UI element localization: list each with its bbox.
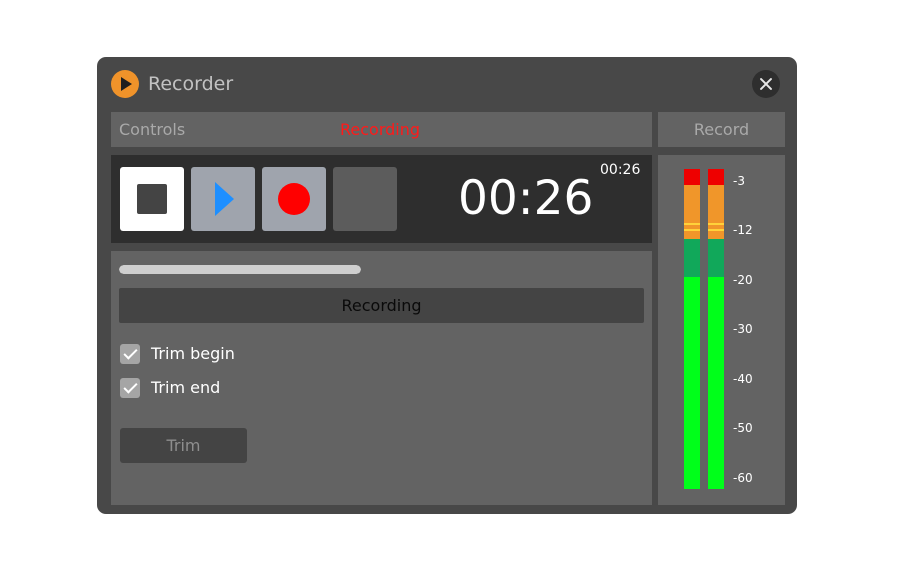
stop-button[interactable] — [120, 167, 184, 231]
title-bar: Recorder — [97, 57, 797, 109]
trim-begin-label: Trim begin — [151, 344, 235, 363]
meter-scale-label: -12 — [733, 223, 753, 237]
meter-scale-label: -20 — [733, 273, 753, 287]
transport-panel: 00:26 00:26 — [111, 155, 652, 243]
record-button[interactable] — [262, 167, 326, 231]
progress-bar — [119, 265, 361, 274]
tab-controls[interactable]: Controls Recording — [111, 112, 652, 147]
level-meter-right — [708, 169, 724, 489]
meter-scale-label: -30 — [733, 322, 753, 336]
close-icon[interactable] — [752, 70, 780, 98]
meter-peak-marker — [708, 229, 724, 231]
elapsed-time-display: 00:26 — [458, 171, 594, 226]
record-icon — [278, 183, 310, 215]
meter-peak-marker — [708, 223, 724, 225]
blank-button[interactable] — [333, 167, 397, 231]
window-title: Recorder — [148, 73, 234, 95]
play-button[interactable] — [191, 167, 255, 231]
level-meter-left — [684, 169, 700, 489]
recording-status-label: Recording — [340, 120, 421, 139]
recording-options-panel: Recording Trim begin Trim end Trim — [111, 251, 652, 505]
meter-scale-label: -50 — [733, 421, 753, 435]
trim-begin-checkbox[interactable] — [120, 344, 140, 364]
tab-controls-label: Controls — [119, 120, 186, 139]
trim-button[interactable]: Trim — [120, 428, 247, 463]
progress-bar-fill — [119, 265, 361, 274]
recorder-window: Recorder Controls Recording Record 00:26… — [97, 57, 797, 514]
status-bar: Recording — [119, 288, 644, 323]
level-meter-panel: -3 -12 -20 -30 -40 -50 -60 — [658, 155, 785, 505]
trim-end-label: Trim end — [151, 378, 221, 397]
meter-scale-label: -40 — [733, 372, 753, 386]
meter-clip-segment — [708, 169, 724, 185]
stop-icon — [137, 184, 167, 214]
meter-nominal-segment — [708, 239, 724, 277]
trim-end-checkbox[interactable] — [120, 378, 140, 398]
play-icon — [215, 182, 234, 216]
meter-peak-marker — [684, 223, 700, 225]
meter-scale-label: -3 — [733, 174, 745, 188]
tab-record[interactable]: Record — [658, 112, 785, 147]
play-icon — [111, 70, 139, 98]
meter-peak-marker — [684, 229, 700, 231]
meter-scale-label: -60 — [733, 471, 753, 485]
meter-nominal-segment — [684, 239, 700, 277]
elapsed-time-small: 00:26 — [600, 162, 641, 178]
meter-clip-segment — [684, 169, 700, 185]
